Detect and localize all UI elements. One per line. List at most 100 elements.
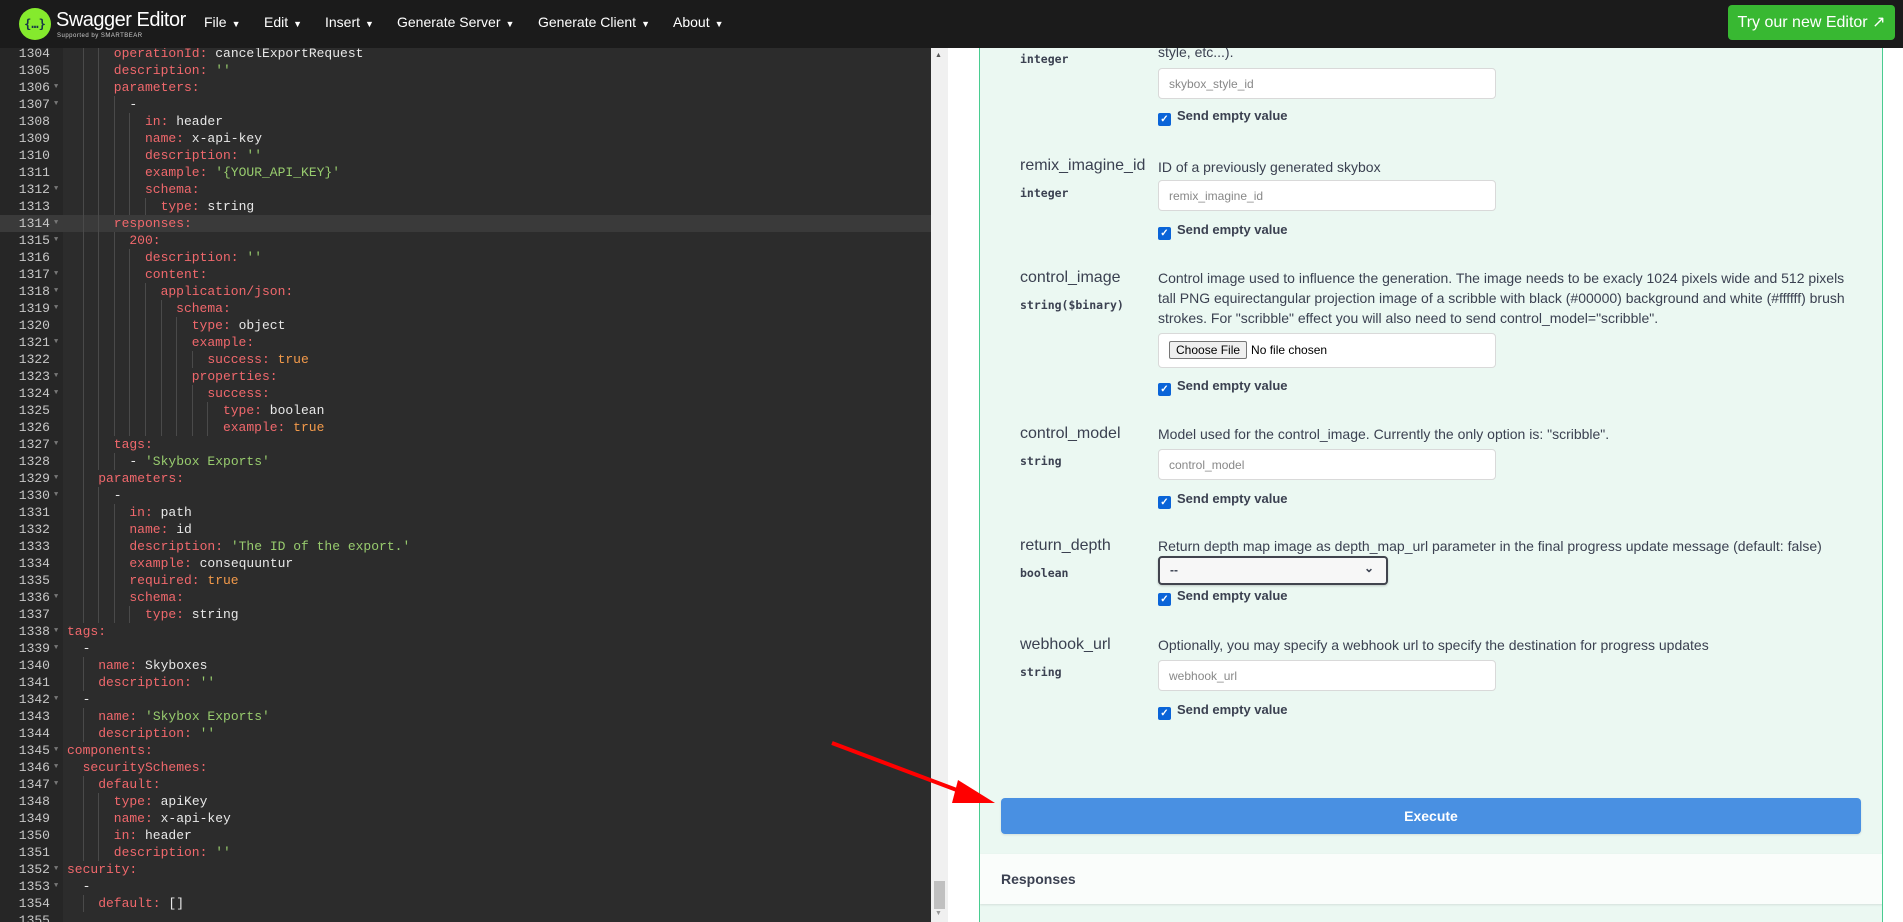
code-line[interactable]: 1333 description: 'The ID of the export.' xyxy=(0,538,931,555)
fold-arrow-icon[interactable]: ▼ xyxy=(54,181,58,198)
scrollbar-thumb[interactable] xyxy=(934,881,945,909)
fold-arrow-icon[interactable]: ▼ xyxy=(54,878,58,895)
fold-arrow-icon[interactable]: ▼ xyxy=(54,742,58,759)
code-line[interactable]: 1344 description: '' xyxy=(0,725,931,742)
fold-arrow-icon[interactable]: ▼ xyxy=(54,334,58,351)
fold-arrow-icon[interactable]: ▼ xyxy=(54,385,58,402)
remix-imagine-id-input[interactable]: remix_imagine_id xyxy=(1158,180,1496,211)
fold-arrow-icon[interactable]: ▼ xyxy=(54,215,58,232)
scroll-down-icon[interactable]: ▼ xyxy=(935,910,942,917)
code-line[interactable]: 1322 success: true xyxy=(0,351,931,368)
send-empty-checkbox[interactable]: ✓ Send empty value xyxy=(1158,108,1288,126)
fold-arrow-icon[interactable]: ▼ xyxy=(54,368,58,385)
fold-arrow-icon[interactable]: ▼ xyxy=(54,640,58,657)
code-line[interactable]: 1307 ▼ - xyxy=(0,96,931,113)
scroll-up-icon[interactable]: ▲ xyxy=(935,52,942,59)
send-empty-checkbox[interactable]: ✓ Send empty value xyxy=(1158,702,1288,720)
code-line[interactable]: 1347 ▼ default: xyxy=(0,776,931,793)
code-line[interactable]: 1324 ▼ success: xyxy=(0,385,931,402)
fold-arrow-icon[interactable]: ▼ xyxy=(54,487,58,504)
code-line[interactable]: 1346 ▼ securitySchemes: xyxy=(0,759,931,776)
fold-arrow-icon[interactable]: ▼ xyxy=(54,861,58,878)
menu-about[interactable]: About ▼ xyxy=(673,14,724,30)
code-line[interactable]: 1327 ▼ tags: xyxy=(0,436,931,453)
code-line[interactable]: 1341 description: '' xyxy=(0,674,931,691)
fold-arrow-icon[interactable]: ▼ xyxy=(54,470,58,487)
code-line[interactable]: 1348 type: apiKey xyxy=(0,793,931,810)
send-empty-checkbox[interactable]: ✓ Send empty value xyxy=(1158,222,1288,240)
code-line[interactable]: 1309 name: x-api-key xyxy=(0,130,931,147)
code-line[interactable]: 1306 ▼ parameters: xyxy=(0,79,931,96)
code-line[interactable]: 1326 example: true xyxy=(0,419,931,436)
code-line[interactable]: 1351 description: '' xyxy=(0,844,931,861)
code-line[interactable]: 1355 xyxy=(0,912,931,922)
code-line[interactable]: 1320 type: object xyxy=(0,317,931,334)
code-line[interactable]: 1315 ▼ 200: xyxy=(0,232,931,249)
fold-arrow-icon[interactable]: ▼ xyxy=(54,436,58,453)
fold-arrow-icon[interactable]: ▼ xyxy=(54,776,58,793)
code-line[interactable]: 1305 description: '' xyxy=(0,62,931,79)
code-line[interactable]: 1312 ▼ schema: xyxy=(0,181,931,198)
webhook-url-input[interactable]: webhook_url xyxy=(1158,660,1496,691)
code-line[interactable]: 1313 type: string xyxy=(0,198,931,215)
code-line[interactable]: 1342 ▼ - xyxy=(0,691,931,708)
code-line[interactable]: 1304 operationId: cancelExportRequest xyxy=(0,48,931,62)
code-line[interactable]: 1339 ▼ - xyxy=(0,640,931,657)
code-line[interactable]: 1354 default: [] xyxy=(0,895,931,912)
fold-arrow-icon[interactable]: ▼ xyxy=(54,266,58,283)
swagger-logo-icon[interactable]: {…} xyxy=(19,8,51,40)
try-new-editor-button[interactable]: Try our new Editor ↗ xyxy=(1728,5,1895,40)
code-line[interactable]: 1338 ▼ tags: xyxy=(0,623,931,640)
control-model-input[interactable]: control_model xyxy=(1158,449,1496,480)
code-line[interactable]: 1316 description: '' xyxy=(0,249,931,266)
yaml-editor[interactable]: 1304 operationId: cancelExportRequest 1305… xyxy=(0,48,931,922)
code-line[interactable]: 1331 in: path xyxy=(0,504,931,521)
fold-arrow-icon[interactable]: ▼ xyxy=(54,79,58,96)
fold-arrow-icon[interactable]: ▼ xyxy=(54,283,58,300)
menu-generate-client[interactable]: Generate Client ▼ xyxy=(538,14,650,30)
fold-arrow-icon[interactable]: ▼ xyxy=(54,232,58,249)
fold-arrow-icon[interactable]: ▼ xyxy=(54,691,58,708)
fold-arrow-icon[interactable]: ▼ xyxy=(54,96,58,113)
code-line[interactable]: 1343 name: 'Skybox Exports' xyxy=(0,708,931,725)
code-lines[interactable]: 1304 operationId: cancelExportRequest 1305… xyxy=(0,48,931,922)
code-line[interactable]: 1325 type: boolean xyxy=(0,402,931,419)
code-line[interactable]: 1335 required: true xyxy=(0,572,931,589)
code-line[interactable]: 1318 ▼ application/json: xyxy=(0,283,931,300)
code-line[interactable]: 1329 ▼ parameters: xyxy=(0,470,931,487)
send-empty-checkbox[interactable]: ✓ Send empty value xyxy=(1158,378,1288,396)
choose-file-button[interactable]: Choose File xyxy=(1169,341,1248,359)
code-line[interactable]: 1321 ▼ example: xyxy=(0,334,931,351)
fold-arrow-icon[interactable]: ▼ xyxy=(54,759,58,776)
code-line[interactable]: 1311 example: '{YOUR_API_KEY}' xyxy=(0,164,931,181)
code-line[interactable]: 1350 in: header xyxy=(0,827,931,844)
code-line[interactable]: 1323 ▼ properties: xyxy=(0,368,931,385)
code-line[interactable]: 1337 type: string xyxy=(0,606,931,623)
send-empty-checkbox[interactable]: ✓ Send empty value xyxy=(1158,491,1288,509)
skybox-style-id-input[interactable]: skybox_style_id xyxy=(1158,68,1496,99)
fold-arrow-icon[interactable]: ▼ xyxy=(54,589,58,606)
editor-scrollbar[interactable]: ▲ ▼ xyxy=(931,48,948,922)
menu-insert[interactable]: Insert ▼ xyxy=(325,14,374,30)
code-line[interactable]: 1349 name: x-api-key xyxy=(0,810,931,827)
code-line[interactable]: 1340 name: Skyboxes xyxy=(0,657,931,674)
menu-generate-server[interactable]: Generate Server ▼ xyxy=(397,14,514,30)
code-line[interactable]: 1332 name: id xyxy=(0,521,931,538)
code-line[interactable]: 1336 ▼ schema: xyxy=(0,589,931,606)
code-line[interactable]: 1345 ▼ components: xyxy=(0,742,931,759)
menu-file[interactable]: File ▼ xyxy=(204,14,240,30)
return-depth-select[interactable]: -- ⌄ xyxy=(1158,556,1388,585)
menu-edit[interactable]: Edit ▼ xyxy=(264,14,302,30)
code-line[interactable]: 1334 example: consequuntur xyxy=(0,555,931,572)
code-line[interactable]: 1319 ▼ schema: xyxy=(0,300,931,317)
code-line[interactable]: 1308 in: header xyxy=(0,113,931,130)
code-line[interactable]: 1314 ▼ responses: xyxy=(0,215,931,232)
fold-arrow-icon[interactable]: ▼ xyxy=(54,623,58,640)
code-line[interactable]: 1310 description: '' xyxy=(0,147,931,164)
execute-button[interactable]: Execute xyxy=(1001,798,1861,834)
fold-arrow-icon[interactable]: ▼ xyxy=(54,300,58,317)
code-line[interactable]: 1317 ▼ content: xyxy=(0,266,931,283)
send-empty-checkbox[interactable]: ✓ Send empty value xyxy=(1158,588,1288,606)
code-line[interactable]: 1353 ▼ - xyxy=(0,878,931,895)
code-line[interactable]: 1328 - 'Skybox Exports' xyxy=(0,453,931,470)
